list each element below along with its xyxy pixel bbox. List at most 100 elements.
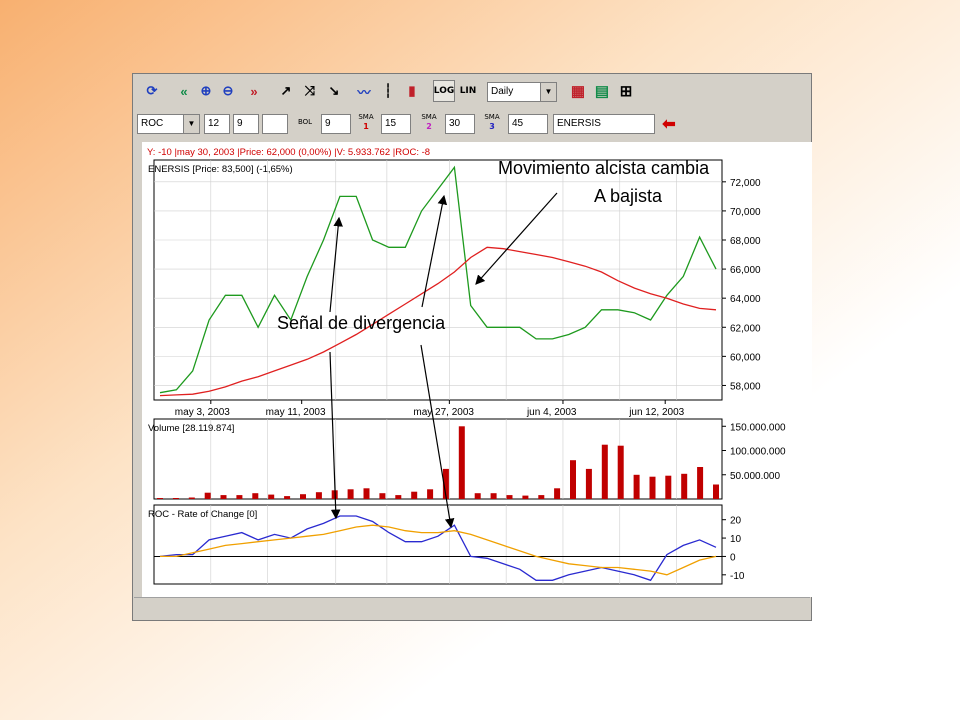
y-tick-label-price-1: 70,000 <box>730 207 761 218</box>
period-select[interactable]: Daily ▼ <box>487 82 557 102</box>
scroll-right-icon[interactable]: » <box>243 80 265 102</box>
roc-period-1-input[interactable]: 12 <box>204 114 230 134</box>
volume-bar <box>570 460 576 499</box>
info-line: Y: -10 |may 30, 2003 |Price: 62,000 (0,0… <box>147 147 430 158</box>
y-tick-label-volume-1: 100.000.000 <box>730 447 786 458</box>
zoom-in-icon[interactable]: ⊕ <box>195 80 217 102</box>
toolbar-row-1: ⟳ «⊕ ⊖» ↗ ⤨ ↘ 〰 ┆ ▮ LOG LIN Daily ▼ ▦ ▤ ⊞ <box>139 80 807 104</box>
symbol-input[interactable]: ENERSIS <box>553 114 655 134</box>
volume-bar <box>665 475 672 499</box>
y-tick-label-price-2: 68,000 <box>730 236 761 247</box>
volume-bar <box>538 495 545 499</box>
scroll-left-icon[interactable]: « <box>173 80 195 102</box>
annotation-trend-change-line1: Movimiento alcista cambia <box>498 158 710 178</box>
back-arrow-icon[interactable]: ⬅ <box>658 113 680 135</box>
volume-bar <box>601 444 608 499</box>
x-tick-label-3: jun 4, 2003 <box>526 407 577 418</box>
draw-line-add-icon[interactable]: ↗ <box>275 80 297 102</box>
volume-bar <box>490 493 497 499</box>
line-chart-icon[interactable]: 〰 <box>353 80 375 102</box>
x-tick-label-4: jun 12, 2003 <box>628 407 684 418</box>
volume-bar <box>522 495 529 499</box>
volume-bar <box>458 426 465 499</box>
volume-bar <box>363 488 370 499</box>
volume-bar <box>506 495 513 499</box>
volume-pane-title: Volume [28.119.874] <box>148 423 234 434</box>
volume-bar <box>649 476 656 499</box>
sma1-input[interactable]: 15 <box>381 114 411 134</box>
volume-bar <box>284 496 291 499</box>
y-tick-label-volume-2: 50.000.000 <box>730 471 780 482</box>
y-tick-label-price-6: 60,000 <box>730 352 761 363</box>
volume-bar <box>474 493 481 499</box>
zoom-out-icon[interactable]: ⊖ <box>217 80 239 102</box>
volume-bar <box>411 491 418 499</box>
volume-bar <box>157 498 163 499</box>
sma1-label: SMA 1 <box>358 113 374 131</box>
volume-bar <box>395 495 402 499</box>
volume-bar <box>252 493 259 499</box>
x-tick-label-1: may 11, 2003 <box>266 407 326 418</box>
volume-bar <box>172 498 179 499</box>
x-tick-label-0: may 3, 2003 <box>175 407 230 418</box>
bol-input[interactable]: 9 <box>321 114 351 134</box>
refresh-icon[interactable]: ⟳ <box>141 80 163 102</box>
y-tick-label-price-3: 66,000 <box>730 265 761 276</box>
y-tick-label-roc-1: 10 <box>730 534 742 545</box>
y-tick-label-roc-2: 0 <box>730 552 736 563</box>
volume-bar <box>315 492 322 499</box>
price-pane-title: ENERSIS [Price: 83,500] (-1,65%) <box>148 164 293 175</box>
toolbar-row-2: ROC ▼ 12 9 BOL 9 SMA 1 15 SMA 2 30 SMA 3 45… <box>137 112 809 136</box>
draw-parallel-icon[interactable]: ⤨ <box>299 80 321 102</box>
table-view-icon[interactable]: ▤ <box>591 80 613 102</box>
y-tick-label-roc-3: -10 <box>730 571 745 582</box>
draw-line-remove-icon[interactable]: ↘ <box>323 80 345 102</box>
annotation-trend-change-line2: A bajista <box>594 186 663 206</box>
lin-scale-button[interactable]: LIN <box>457 80 479 102</box>
sma2-input[interactable]: 30 <box>445 114 475 134</box>
sma3-input[interactable]: 45 <box>508 114 548 134</box>
volume-bar <box>427 489 434 499</box>
bol-label: BOL <box>297 118 313 126</box>
y-tick-label-price-4: 64,000 <box>730 294 761 305</box>
volume-bar <box>554 488 561 499</box>
sma2-label: SMA 2 <box>421 113 437 131</box>
volume-bar <box>300 494 306 499</box>
chevron-down-icon[interactable]: ▼ <box>183 115 199 133</box>
candlestick-icon[interactable]: ▮ <box>401 80 423 102</box>
y-tick-label-roc-0: 20 <box>730 516 742 527</box>
volume-bar <box>347 489 354 499</box>
indicator-select-value: ROC <box>141 118 164 129</box>
status-bar <box>134 597 810 620</box>
volume-bar <box>697 467 704 499</box>
roc-pane-title: ROC - Rate of Change [0] <box>148 509 257 520</box>
volume-bar <box>268 494 275 499</box>
volume-bar <box>236 495 243 499</box>
x-tick-label-2: may 27, 2003 <box>413 407 474 418</box>
roc-period-2-input[interactable]: 9 <box>233 114 259 134</box>
volume-bar <box>379 493 386 499</box>
indicator-select[interactable]: ROC ▼ <box>137 114 200 134</box>
y-tick-label-price-5: 62,000 <box>730 323 761 334</box>
y-tick-label-price-7: 58,000 <box>730 381 761 392</box>
volume-bar <box>442 468 449 499</box>
period-select-value: Daily <box>491 86 514 97</box>
volume-bar <box>188 497 195 499</box>
log-scale-button[interactable]: LOG <box>433 80 455 102</box>
volume-bar <box>204 492 211 499</box>
volume-bar <box>220 495 227 499</box>
roc-period-3-input[interactable] <box>262 114 288 134</box>
chart-area: Y: -10 |may 30, 2003 |Price: 62,000 (0,0… <box>142 142 812 597</box>
y-tick-label-price-0: 72,000 <box>730 178 761 189</box>
volume-bar <box>681 473 688 499</box>
volume-bar <box>713 484 719 499</box>
bar-chart-icon[interactable]: ┆ <box>377 80 399 102</box>
annotation-divergence-signal: Señal de divergencia <box>277 313 446 333</box>
grid-view-icon[interactable]: ▦ <box>567 80 589 102</box>
volume-bar <box>331 490 338 499</box>
volume-bar <box>617 445 624 499</box>
split-view-icon[interactable]: ⊞ <box>615 80 637 102</box>
chevron-down-icon[interactable]: ▼ <box>540 83 556 101</box>
volume-bar <box>585 468 592 499</box>
sma3-label: SMA 3 <box>484 113 500 131</box>
